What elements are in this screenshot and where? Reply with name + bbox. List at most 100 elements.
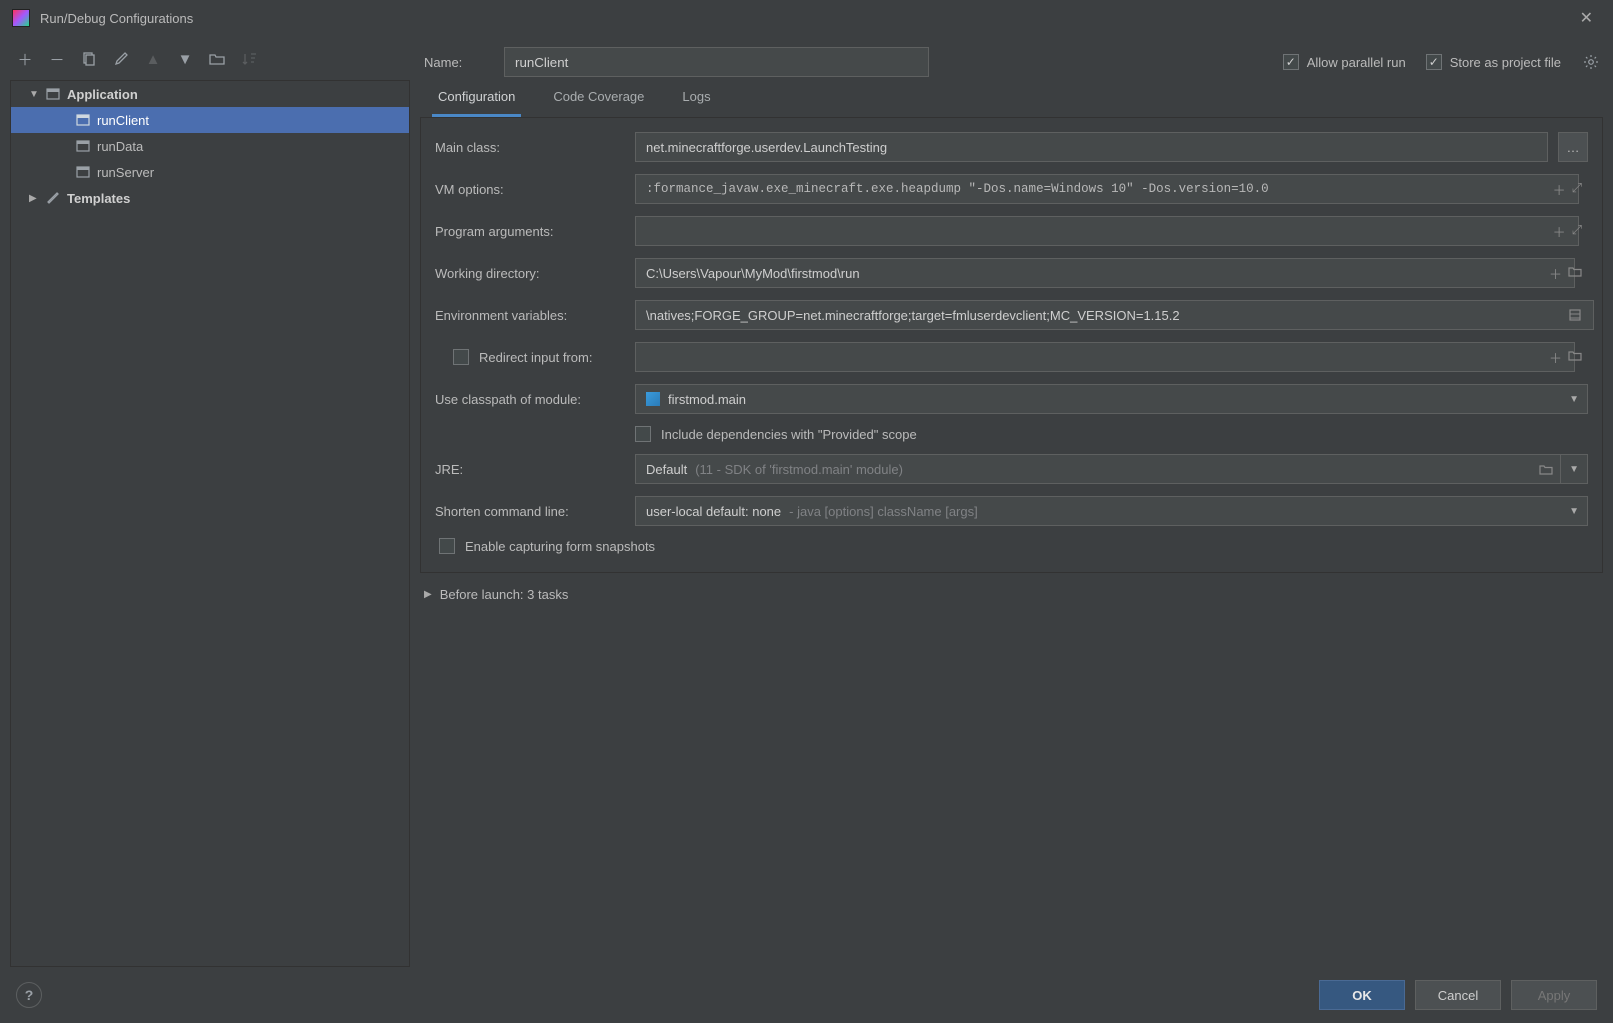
main-class-label: Main class: <box>435 140 625 155</box>
tree-item-runserver[interactable]: runServer <box>11 159 409 185</box>
main-area: ＋ － ▲ ▼ ▼ Application <box>0 36 1613 967</box>
run-config-icon <box>75 165 91 179</box>
copy-icon[interactable] <box>80 50 98 68</box>
expand-field-icon[interactable]: ⤢ <box>1572 222 1582 241</box>
working-dir-input[interactable] <box>635 258 1575 288</box>
module-icon <box>646 392 660 406</box>
titlebar: Run/Debug Configurations ✕ <box>0 0 1613 36</box>
edit-templates-icon[interactable] <box>112 50 130 68</box>
expand-field-icon[interactable]: ⤢ <box>1572 180 1582 199</box>
row-env-vars: Environment variables: <box>435 300 1588 330</box>
close-icon[interactable]: ✕ <box>1572 4 1601 32</box>
edit-env-vars-icon[interactable] <box>1568 308 1582 322</box>
insert-macro-icon[interactable]: ＋ <box>1553 180 1566 199</box>
store-as-project-checkbox[interactable]: ✓ Store as project file <box>1426 54 1561 70</box>
redirect-input-checkbox[interactable] <box>453 349 469 365</box>
tree-templates-group[interactable]: ▶ Templates <box>11 185 409 211</box>
wrench-icon <box>45 191 61 205</box>
remove-icon[interactable]: － <box>48 50 66 68</box>
store-as-project-label: Store as project file <box>1450 55 1561 70</box>
allow-parallel-label: Allow parallel run <box>1307 55 1406 70</box>
row-enable-snapshots: Enable capturing form snapshots <box>435 538 1588 554</box>
name-label: Name: <box>424 55 484 70</box>
program-args-input[interactable] <box>635 216 1579 246</box>
jre-value: Default <box>646 462 687 477</box>
chevron-right-icon: ▶ <box>29 193 39 204</box>
browse-folder-icon[interactable] <box>1568 348 1582 367</box>
enable-snapshots-checkbox[interactable] <box>439 538 455 554</box>
shorten-hint: - java [options] className [args] <box>789 504 978 519</box>
classpath-label: Use classpath of module: <box>435 392 625 407</box>
tree-item-rundata[interactable]: runData <box>11 133 409 159</box>
classpath-select[interactable]: firstmod.main ▼ <box>635 384 1588 414</box>
before-launch-section[interactable]: ▶ Before launch: 3 tasks <box>420 573 1603 616</box>
tab-code-coverage[interactable]: Code Coverage <box>547 83 650 117</box>
configuration-form: Main class: … VM options: ＋ ⤢ Program ar… <box>420 118 1603 573</box>
move-up-icon[interactable]: ▲ <box>144 50 162 68</box>
env-vars-input[interactable] <box>635 300 1594 330</box>
config-name-input[interactable] <box>504 47 929 77</box>
folder-icon[interactable] <box>208 50 226 68</box>
chevron-down-icon: ▼ <box>1569 506 1579 517</box>
redirect-input-label: Redirect input from: <box>479 350 592 365</box>
add-icon[interactable]: ＋ <box>16 50 34 68</box>
tree-item-label: runData <box>97 139 143 154</box>
include-provided-checkbox[interactable] <box>635 426 651 442</box>
allow-parallel-checkbox[interactable]: ✓ Allow parallel run <box>1283 54 1406 70</box>
move-down-icon[interactable]: ▼ <box>176 50 194 68</box>
dialog-footer: ? OK Cancel Apply <box>0 967 1613 1023</box>
application-icon <box>45 87 61 101</box>
tree-item-runclient[interactable]: runClient <box>11 107 409 133</box>
jre-hint: (11 - SDK of 'firstmod.main' module) <box>695 462 903 477</box>
config-tree[interactable]: ▼ Application runClient runData runServe… <box>10 80 410 967</box>
browse-folder-icon[interactable] <box>1539 462 1553 476</box>
working-dir-label: Working directory: <box>435 266 625 281</box>
window-title: Run/Debug Configurations <box>40 11 1572 26</box>
right-panel: Name: ✓ Allow parallel run ✓ Store as pr… <box>420 42 1603 967</box>
config-header-row: Name: ✓ Allow parallel run ✓ Store as pr… <box>420 42 1603 82</box>
insert-macro-icon[interactable]: ＋ <box>1549 348 1562 367</box>
help-button[interactable]: ? <box>16 982 42 1008</box>
gear-icon[interactable] <box>1583 54 1599 70</box>
sort-icon[interactable] <box>240 50 258 68</box>
apply-button[interactable]: Apply <box>1511 980 1597 1010</box>
env-vars-label: Environment variables: <box>435 308 625 323</box>
row-redirect-input: Redirect input from: ＋ <box>435 342 1588 372</box>
row-program-args: Program arguments: ＋ ⤢ <box>435 216 1588 246</box>
footer-buttons: OK Cancel Apply <box>1319 980 1597 1010</box>
main-class-input[interactable] <box>635 132 1548 162</box>
before-launch-label: Before launch: 3 tasks <box>440 587 569 602</box>
intellij-app-icon <box>12 9 30 27</box>
enable-snapshots-label: Enable capturing form snapshots <box>465 539 655 554</box>
checkbox-checked-icon: ✓ <box>1283 54 1299 70</box>
chevron-down-icon: ▼ <box>29 89 39 100</box>
browse-folder-icon[interactable] <box>1568 264 1582 283</box>
ok-button[interactable]: OK <box>1319 980 1405 1010</box>
tree-item-label: runServer <box>97 165 154 180</box>
cancel-button[interactable]: Cancel <box>1415 980 1501 1010</box>
vm-options-input[interactable] <box>635 174 1579 204</box>
row-include-provided: Include dependencies with "Provided" sco… <box>435 426 1588 442</box>
chevron-down-icon: ▼ <box>1560 455 1579 483</box>
row-classpath: Use classpath of module: firstmod.main ▼ <box>435 384 1588 414</box>
row-jre: JRE: Default (11 - SDK of 'firstmod.main… <box>435 454 1588 484</box>
tree-application-group[interactable]: ▼ Application <box>11 81 409 107</box>
row-vm-options: VM options: ＋ ⤢ <box>435 174 1588 204</box>
row-main-class: Main class: … <box>435 132 1588 162</box>
shorten-select[interactable]: user-local default: none - java [options… <box>635 496 1588 526</box>
classpath-value: firstmod.main <box>668 392 746 407</box>
row-working-dir: Working directory: ＋ <box>435 258 1588 288</box>
browse-main-class-button[interactable]: … <box>1558 132 1588 162</box>
jre-select[interactable]: Default (11 - SDK of 'firstmod.main' mod… <box>635 454 1588 484</box>
shorten-value: user-local default: none <box>646 504 781 519</box>
insert-macro-icon[interactable]: ＋ <box>1549 264 1562 283</box>
checkbox-checked-icon: ✓ <box>1426 54 1442 70</box>
tree-templates-label: Templates <box>67 191 130 206</box>
tab-logs[interactable]: Logs <box>676 83 716 117</box>
redirect-input-field[interactable] <box>635 342 1575 372</box>
insert-macro-icon[interactable]: ＋ <box>1553 222 1566 241</box>
config-toolbar: ＋ － ▲ ▼ <box>10 42 410 76</box>
tab-configuration[interactable]: Configuration <box>432 83 521 117</box>
tree-application-label: Application <box>67 87 138 102</box>
shorten-label: Shorten command line: <box>435 504 625 519</box>
